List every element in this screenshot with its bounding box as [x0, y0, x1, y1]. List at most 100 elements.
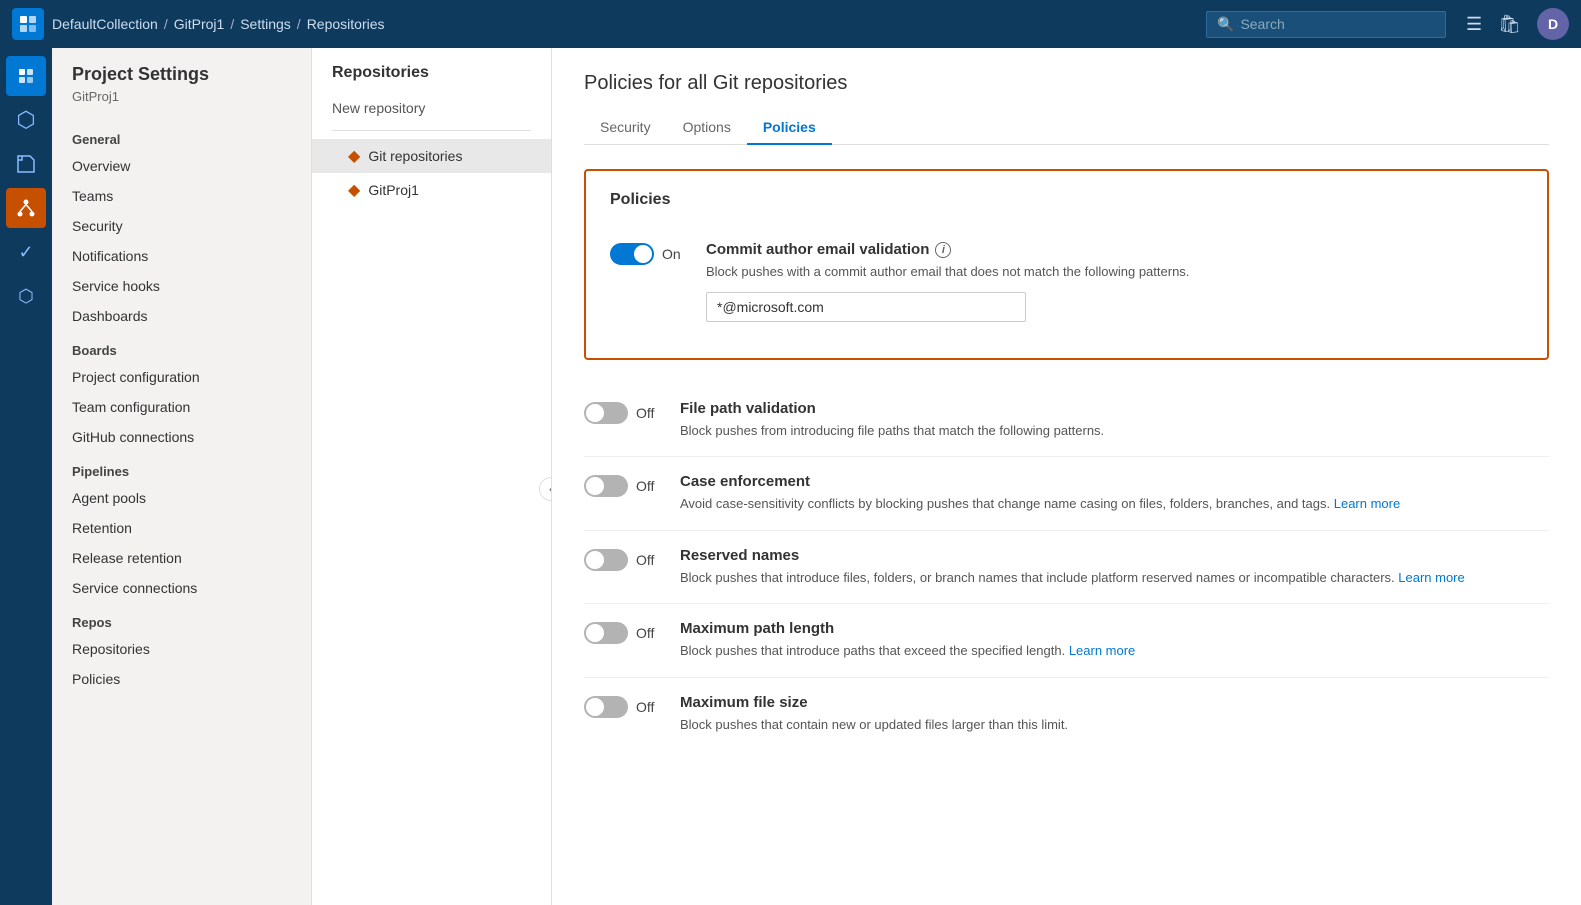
- case-enforcement-toggle[interactable]: [584, 475, 628, 497]
- avatar[interactable]: D: [1537, 8, 1569, 40]
- file-path-desc: Block pushes from introducing file paths…: [680, 421, 1549, 441]
- repos-panel-title: Repositories: [312, 64, 551, 94]
- sidebar-item-service-connections[interactable]: Service connections: [52, 573, 311, 603]
- file-path-toggle[interactable]: [584, 402, 628, 424]
- sidebar-item-retention[interactable]: Retention: [52, 513, 311, 543]
- sidebar-item-teams[interactable]: Teams: [52, 181, 311, 211]
- max-path-link[interactable]: Learn more: [1069, 643, 1135, 658]
- commit-email-toggle-label: On: [662, 246, 681, 262]
- breadcrumb-repositories[interactable]: Repositories: [307, 16, 385, 32]
- reserved-names-toggle-label: Off: [636, 552, 654, 568]
- sidebar-item-repositories[interactable]: Repositories: [52, 634, 311, 664]
- policy-row-max-file-size: Off Maximum file size Block pushes that …: [584, 678, 1549, 751]
- max-path-toggle[interactable]: [584, 622, 628, 644]
- max-file-size-info: Maximum file size Block pushes that cont…: [680, 694, 1549, 735]
- reserved-names-link[interactable]: Learn more: [1398, 570, 1464, 585]
- case-enforcement-info: Case enforcement Avoid case-sensitivity …: [680, 473, 1549, 514]
- gitproj1-item[interactable]: ◆ GitProj1: [312, 173, 551, 207]
- sidebar-item-team-config[interactable]: Team configuration: [52, 392, 311, 422]
- case-enforcement-toggle-label: Off: [636, 478, 654, 494]
- breadcrumb-project[interactable]: GitProj1: [174, 16, 225, 32]
- sidebar-item-project-config[interactable]: Project configuration: [52, 362, 311, 392]
- tab-policies[interactable]: Policies: [747, 111, 832, 145]
- tab-security[interactable]: Security: [584, 111, 667, 145]
- sidebar-item-notifications[interactable]: Notifications: [52, 241, 311, 271]
- policies-list: Off File path validation Block pushes fr…: [584, 384, 1549, 751]
- rail-boards[interactable]: ⬡: [6, 100, 46, 140]
- max-path-toggle-area: Off: [584, 622, 664, 644]
- group-label-repos: Repos: [52, 603, 311, 634]
- sidebar-item-dashboards[interactable]: Dashboards: [52, 301, 311, 331]
- reserved-names-info: Reserved names Block pushes that introdu…: [680, 547, 1549, 588]
- file-path-info: File path validation Block pushes from i…: [680, 400, 1549, 441]
- max-path-desc: Block pushes that introduce paths that e…: [680, 641, 1549, 661]
- group-label-general: General: [52, 120, 311, 151]
- max-file-size-title: Maximum file size: [680, 694, 1549, 711]
- icon-rail: ⬡ ✓ ⬡: [0, 48, 52, 905]
- commit-email-info-icon[interactable]: i: [935, 242, 951, 258]
- commit-email-desc: Block pushes with a commit author email …: [706, 262, 1523, 282]
- breadcrumb: DefaultCollection / GitProj1 / Settings …: [52, 16, 1198, 32]
- tabs: Security Options Policies: [584, 111, 1549, 145]
- search-icon: 🔍: [1217, 16, 1234, 33]
- breadcrumb-settings[interactable]: Settings: [240, 16, 291, 32]
- policy-row-case-enforcement: Off Case enforcement Avoid case-sensitiv…: [584, 457, 1549, 531]
- policy-row-max-path: Off Maximum path length Block pushes tha…: [584, 604, 1549, 678]
- policy-row-reserved-names: Off Reserved names Block pushes that int…: [584, 531, 1549, 605]
- page-title: Policies for all Git repositories: [584, 72, 1549, 95]
- group-label-boards: Boards: [52, 331, 311, 362]
- sidebar-item-agent-pools[interactable]: Agent pools: [52, 483, 311, 513]
- max-path-info: Maximum path length Block pushes that in…: [680, 620, 1549, 661]
- max-file-size-desc: Block pushes that contain new or updated…: [680, 715, 1549, 735]
- search-input[interactable]: [1240, 16, 1435, 32]
- rail-repos[interactable]: [6, 144, 46, 184]
- new-repository-button[interactable]: New repository: [312, 94, 551, 122]
- commit-email-input-area: [706, 292, 1523, 322]
- policy-row-commit-email: On Commit author email validation i Bloc…: [610, 225, 1523, 338]
- rail-pipelines[interactable]: [6, 188, 46, 228]
- git-repos-icon: ◆: [348, 146, 360, 166]
- reserved-names-desc: Block pushes that introduce files, folde…: [680, 568, 1549, 588]
- commit-email-title: Commit author email validation i: [706, 241, 1523, 258]
- main-content: Policies for all Git repositories Securi…: [552, 48, 1581, 905]
- rail-testplans[interactable]: ✓: [6, 232, 46, 272]
- group-label-pipelines: Pipelines: [52, 452, 311, 483]
- reserved-names-toggle[interactable]: [584, 549, 628, 571]
- file-path-toggle-area: Off: [584, 402, 664, 424]
- sidebar-item-overview[interactable]: Overview: [52, 151, 311, 181]
- sidebar-item-security[interactable]: Security: [52, 211, 311, 241]
- topnav-actions: ☰ 🛍 D: [1466, 8, 1569, 40]
- sidebar-item-release-retention[interactable]: Release retention: [52, 543, 311, 573]
- breadcrumb-collection[interactable]: DefaultCollection: [52, 16, 158, 32]
- sidebar-item-github[interactable]: GitHub connections: [52, 422, 311, 452]
- gitproj1-icon: ◆: [348, 180, 360, 200]
- rail-artifacts[interactable]: ⬡: [6, 276, 46, 316]
- tab-options[interactable]: Options: [667, 111, 747, 145]
- app-body: ⬡ ✓ ⬡ Project Settings GitProj1 General …: [0, 48, 1581, 905]
- case-enforcement-link[interactable]: Learn more: [1334, 496, 1400, 511]
- git-repositories-item[interactable]: ◆ Git repositories: [312, 139, 551, 173]
- max-file-size-toggle[interactable]: [584, 696, 628, 718]
- settings-subtitle: GitProj1: [52, 89, 311, 120]
- max-file-size-toggle-area: Off: [584, 696, 664, 718]
- search-box[interactable]: 🔍: [1206, 11, 1446, 38]
- app-logo[interactable]: [12, 8, 44, 40]
- sidebar-item-service-hooks[interactable]: Service hooks: [52, 271, 311, 301]
- commit-email-pattern-input[interactable]: [706, 292, 1026, 322]
- rail-home[interactable]: [6, 56, 46, 96]
- list-icon[interactable]: ☰: [1466, 14, 1482, 35]
- sidebar-item-policies[interactable]: Policies: [52, 664, 311, 694]
- file-path-title: File path validation: [680, 400, 1549, 417]
- settings-sidebar: Project Settings GitProj1 General Overvi…: [52, 48, 312, 905]
- commit-email-toggle[interactable]: [610, 243, 654, 265]
- reserved-names-title: Reserved names: [680, 547, 1549, 564]
- case-enforcement-title: Case enforcement: [680, 473, 1549, 490]
- commit-email-toggle-area: On: [610, 243, 690, 265]
- bag-icon[interactable]: 🛍: [1498, 14, 1521, 35]
- case-enforcement-desc: Avoid case-sensitivity conflicts by bloc…: [680, 494, 1549, 514]
- policies-box-title: Policies: [610, 191, 1523, 209]
- max-file-size-toggle-label: Off: [636, 699, 654, 715]
- commit-email-info: Commit author email validation i Block p…: [706, 241, 1523, 322]
- collapse-panel-button[interactable]: ‹: [539, 477, 552, 501]
- case-enforcement-toggle-area: Off: [584, 475, 664, 497]
